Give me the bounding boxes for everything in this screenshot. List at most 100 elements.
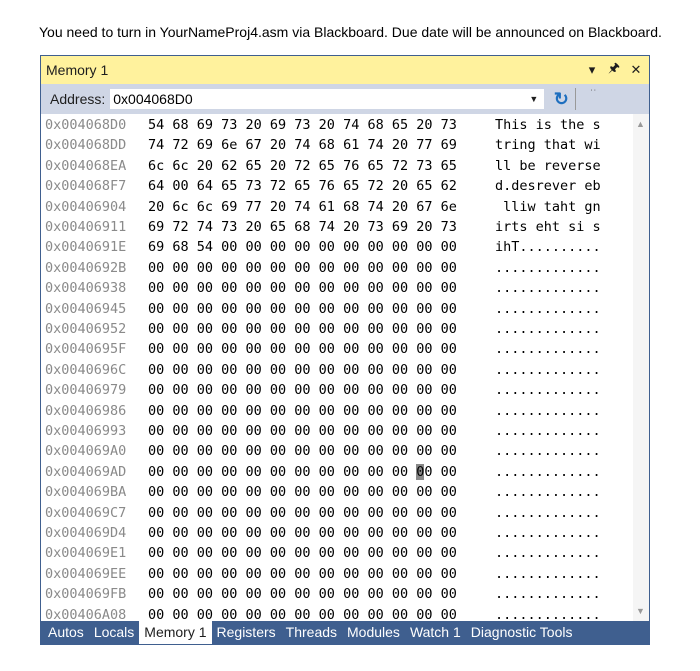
- row-ascii[interactable]: lliw taht gn: [495, 197, 601, 217]
- row-hex-bytes[interactable]: 00 00 00 00 00 00 00 00 00 00 00 00 00: [148, 360, 457, 380]
- row-address: 0x004069EE: [45, 565, 127, 582]
- row-ascii[interactable]: ll be reverse: [495, 156, 601, 176]
- row-address: 0x004069D4: [45, 525, 127, 541]
- row-address: 0x004068F7: [45, 178, 127, 195]
- row-hex-bytes[interactable]: 6c 6c 20 62 65 20 72 65 76 65 72 73 65: [148, 156, 457, 176]
- row-address: 0x00406938: [45, 280, 127, 297]
- tab-memory-1[interactable]: Memory 1: [139, 621, 212, 644]
- row-ascii[interactable]: .............: [495, 380, 601, 400]
- tab-diagnostic-tools[interactable]: Diagnostic Tools: [466, 621, 578, 644]
- memory-window: Memory 1 ▾ 🖈 ✕ Address: 0x004068D0 ▼ ↻ ˙…: [40, 55, 650, 645]
- row-ascii[interactable]: This is the s: [495, 115, 601, 135]
- row-hex-bytes[interactable]: 00 00 00 00 00 00 00 00 00 00 00 00 00: [148, 421, 457, 441]
- row-hex-bytes[interactable]: 00 00 00 00 00 00 00 00 00 00 00 00 00: [148, 462, 457, 482]
- pin-icon[interactable]: 🖈: [605, 59, 623, 81]
- tool-window-tabs: Autos Locals Memory 1 Registers Threads Modul…: [41, 621, 649, 644]
- row-hex-bytes[interactable]: 00 00 00 00 00 00 00 00 00 00 00 00 00: [148, 441, 457, 461]
- tab-modules[interactable]: Modules: [342, 621, 405, 644]
- tab-locals[interactable]: Locals: [89, 621, 139, 644]
- row-hex-bytes[interactable]: 00 00 00 00 00 00 00 00 00 00 00 00 00: [148, 503, 457, 523]
- row-ascii[interactable]: .............: [495, 299, 601, 319]
- row-ascii[interactable]: .............: [495, 339, 601, 359]
- row-hex-bytes[interactable]: 69 72 74 73 20 65 68 74 20 73 69 20 73: [148, 217, 457, 237]
- scroll-up-icon[interactable]: ▲: [636, 119, 645, 129]
- row-hex-bytes[interactable]: 00 00 00 00 00 00 00 00 00 00 00 00 00: [148, 523, 457, 543]
- row-address: 0x004069A0: [45, 443, 127, 460]
- instruction-text: You need to turn in YourNameProj4.asm vi…: [39, 24, 662, 40]
- row-ascii[interactable]: .............: [495, 523, 601, 543]
- row-ascii[interactable]: .............: [495, 421, 601, 441]
- row-ascii[interactable]: ihT..........: [495, 237, 601, 257]
- row-address: 0x00406986: [45, 402, 127, 419]
- address-value[interactable]: 0x004068D0: [113, 91, 529, 107]
- tab-registers[interactable]: Registers: [212, 621, 281, 644]
- address-input[interactable]: 0x004068D0 ▼: [109, 88, 546, 110]
- row-hex-bytes[interactable]: 00 00 00 00 00 00 00 00 00 00 00 00 00: [148, 299, 457, 319]
- row-address: 0x004068DD: [45, 137, 127, 154]
- tab-watch-1[interactable]: Watch 1: [405, 621, 466, 644]
- row-ascii[interactable]: .............: [495, 564, 601, 584]
- row-address: 0x00406904: [45, 198, 127, 215]
- row-address: 0x004069FB: [45, 586, 127, 603]
- dropdown-icon[interactable]: ▾: [583, 62, 601, 78]
- row-hex-bytes[interactable]: 00 00 00 00 00 00 00 00 00 00 00 00 00: [148, 482, 457, 502]
- row-hex-bytes[interactable]: 00 00 00 00 00 00 00 00 00 00 00 00 00: [148, 543, 457, 563]
- row-ascii[interactable]: .............: [495, 258, 601, 278]
- refresh-icon[interactable]: ↻: [551, 89, 571, 110]
- toolbar-overflow-icon[interactable]: ˙˙: [590, 89, 597, 100]
- row-hex-bytes[interactable]: 00 00 00 00 00 00 00 00 00 00 00 00 00: [148, 258, 457, 278]
- row-hex-bytes[interactable]: 20 6c 6c 69 77 20 74 61 68 74 20 67 6e: [148, 197, 457, 217]
- memory-grid[interactable]: 0x004068D0 54 68 69 73 20 69 73 20 74 68 …: [41, 114, 633, 621]
- row-ascii[interactable]: .............: [495, 360, 601, 380]
- text-cursor: 0: [416, 463, 425, 480]
- toolbar-separator: [575, 88, 577, 110]
- row-hex-bytes[interactable]: 00 00 00 00 00 00 00 00 00 00 00 00 00: [148, 380, 457, 400]
- row-address: 0x00406A08: [45, 606, 127, 621]
- row-hex-bytes[interactable]: 00 00 00 00 00 00 00 00 00 00 00 00 00: [148, 401, 457, 421]
- row-ascii[interactable]: d.desrever eb: [495, 176, 601, 196]
- row-address: 0x0040696C: [45, 361, 127, 378]
- tab-autos[interactable]: Autos: [43, 621, 89, 644]
- address-bar: Address: 0x004068D0 ▼ ↻ ˙˙: [41, 84, 649, 114]
- row-address: 0x004069BA: [45, 484, 127, 501]
- row-hex-bytes[interactable]: 00 00 00 00 00 00 00 00 00 00 00 00 00: [148, 319, 457, 339]
- row-address: 0x0040692B: [45, 259, 127, 276]
- scroll-down-icon[interactable]: ▼: [636, 606, 645, 616]
- row-hex-bytes[interactable]: 00 00 00 00 00 00 00 00 00 00 00 00 00: [148, 584, 457, 604]
- row-ascii[interactable]: .............: [495, 441, 601, 461]
- row-hex-bytes[interactable]: 00 00 00 00 00 00 00 00 00 00 00 00 00: [148, 564, 457, 584]
- row-hex-bytes[interactable]: 00 00 00 00 00 00 00 00 00 00 00 00 00: [148, 278, 457, 298]
- tab-threads[interactable]: Threads: [281, 621, 342, 644]
- row-address: 0x00406911: [45, 219, 127, 235]
- row-hex-bytes[interactable]: 54 68 69 73 20 69 73 20 74 68 65 20 73: [148, 115, 457, 135]
- row-address: 0x00406952: [45, 321, 127, 337]
- row-address: 0x00406979: [45, 382, 127, 399]
- title-bar: Memory 1 ▾ 🖈 ✕: [41, 56, 649, 84]
- row-ascii[interactable]: .............: [495, 584, 601, 604]
- row-ascii[interactable]: irts eht si s: [495, 217, 601, 237]
- row-address: 0x004069AD: [45, 463, 127, 480]
- row-ascii[interactable]: .............: [495, 605, 601, 621]
- row-address: 0x004068D0: [45, 117, 127, 133]
- row-ascii[interactable]: .............: [495, 462, 601, 482]
- row-address: 0x004069C7: [45, 504, 127, 521]
- row-ascii[interactable]: .............: [495, 503, 601, 523]
- address-dropdown-icon[interactable]: ▼: [529, 94, 538, 104]
- close-icon[interactable]: ✕: [627, 62, 645, 78]
- row-address: 0x004069E1: [45, 545, 127, 562]
- row-ascii[interactable]: .............: [495, 482, 601, 502]
- row-ascii[interactable]: .............: [495, 278, 601, 298]
- row-ascii[interactable]: .............: [495, 319, 601, 339]
- row-ascii[interactable]: .............: [495, 401, 601, 421]
- row-ascii[interactable]: .............: [495, 543, 601, 563]
- row-address: 0x00406945: [45, 300, 127, 317]
- address-label: Address:: [50, 91, 106, 107]
- row-hex-bytes[interactable]: 00 00 00 00 00 00 00 00 00 00 00 00 00: [148, 605, 457, 621]
- row-hex-bytes[interactable]: 74 72 69 6e 67 20 74 68 61 74 20 77 69: [148, 135, 457, 155]
- row-hex-bytes[interactable]: 00 00 00 00 00 00 00 00 00 00 00 00 00: [148, 339, 457, 359]
- row-hex-bytes[interactable]: 64 00 64 65 73 72 65 76 65 72 20 65 62: [148, 176, 457, 196]
- vertical-scrollbar[interactable]: ▲ ▼: [633, 114, 649, 621]
- row-ascii[interactable]: tring that wi: [495, 135, 601, 155]
- row-address: 0x0040695F: [45, 341, 127, 358]
- row-hex-bytes[interactable]: 69 68 54 00 00 00 00 00 00 00 00 00 00: [148, 237, 457, 257]
